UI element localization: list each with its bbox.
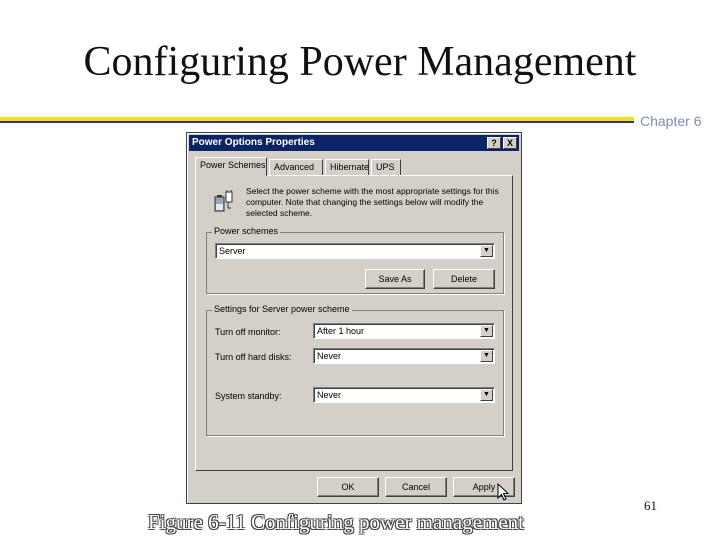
mouse-cursor-icon (497, 483, 510, 501)
slide-title: Configuring Power Management (83, 39, 637, 85)
scheme-description: Select the power scheme with the most ap… (246, 186, 499, 218)
scheme-settings-label: Settings for Server power scheme (212, 304, 352, 314)
power-scheme-select[interactable]: Server ▼ (215, 243, 495, 259)
turn-off-monitor-label: Turn off monitor: (215, 327, 281, 337)
power-scheme-value: Server (219, 246, 246, 256)
turn-off-hard-disks-select[interactable]: Never ▼ (313, 348, 495, 364)
chevron-down-icon[interactable]: ▼ (480, 325, 493, 337)
cancel-button[interactable]: Cancel (385, 477, 447, 497)
title-rule-blue (0, 121, 634, 123)
system-standby-select[interactable]: Never ▼ (313, 387, 495, 403)
battery-icon (214, 190, 233, 212)
dialog-title: Power Options Properties (192, 137, 315, 148)
delete-button[interactable]: Delete (433, 269, 495, 289)
save-as-button[interactable]: Save As (365, 269, 425, 289)
ok-button[interactable]: OK (317, 477, 379, 497)
turn-off-monitor-value: After 1 hour (317, 326, 365, 336)
tab-power-schemes[interactable]: Power Schemes (195, 157, 267, 176)
power-schemes-label: Power schemes (212, 226, 281, 236)
tab-hibernate[interactable]: Hibernate (325, 159, 369, 175)
chevron-down-icon[interactable]: ▼ (480, 350, 493, 362)
chevron-down-icon[interactable]: ▼ (480, 245, 493, 257)
help-icon[interactable]: ? (487, 137, 501, 149)
power-schemes-group: Power schemes Server ▼ Save As Delete (206, 226, 504, 294)
scheme-settings-group: Settings for Server power scheme Turn of… (206, 304, 504, 436)
page-number: 61 (644, 498, 657, 513)
chevron-down-icon[interactable]: ▼ (480, 389, 493, 401)
dialog-titlebar[interactable]: Power Options Properties ? X (189, 135, 519, 151)
system-standby-value: Never (317, 390, 342, 400)
system-standby-label: System standby: (215, 391, 282, 401)
figure-caption: Figure 6-11 Configuring power management (148, 510, 524, 534)
tab-ups[interactable]: UPS (371, 159, 401, 175)
tab-advanced[interactable]: Advanced (269, 159, 323, 175)
close-icon[interactable]: X (503, 137, 517, 149)
chapter-label: Chapter 6 (640, 113, 702, 129)
power-options-dialog: Power Options Properties ? X Power Schem… (186, 132, 522, 504)
turn-off-hard-disks-label: Turn off hard disks: (215, 352, 292, 362)
power-schemes-panel: Select the power scheme with the most ap… (195, 175, 513, 471)
turn-off-monitor-select[interactable]: After 1 hour ▼ (313, 323, 495, 339)
turn-off-hard-disks-value: Never (317, 351, 342, 361)
